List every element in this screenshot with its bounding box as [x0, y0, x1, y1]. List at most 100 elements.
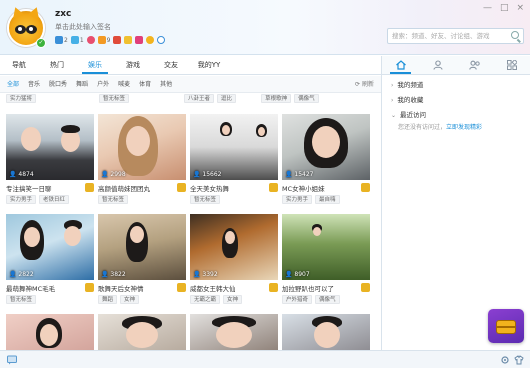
tab-home[interactable]	[382, 56, 419, 74]
status-icons: 2 1 9	[55, 36, 166, 44]
channel-card[interactable]: 👤 3822 歌舞天后女神情 舞蹈 女神	[98, 214, 186, 304]
treasure-chest-button[interactable]	[488, 309, 524, 343]
subtab-talkshow[interactable]: 脱口秀	[49, 76, 67, 92]
tab-games[interactable]: 游戏	[114, 56, 152, 74]
tab-groups[interactable]	[456, 56, 493, 74]
tag[interactable]: 暂无标签	[6, 295, 37, 304]
channel-title[interactable]: 威都女王韩大仙	[190, 283, 278, 293]
level-badge[interactable]: 2	[55, 36, 68, 44]
tag[interactable]: 老铁日红	[39, 195, 70, 204]
vip-badge[interactable]: 1	[70, 36, 84, 44]
noble-badge[interactable]: 9	[97, 36, 110, 44]
maximize-button[interactable]: □	[500, 3, 509, 13]
channel-card[interactable]: 👤 2998 高颜值萌妹团团丸 暂无标签	[98, 114, 186, 204]
tab-entertainment[interactable]: 娱乐	[76, 56, 114, 74]
tag[interactable]: 女神	[120, 295, 140, 304]
channel-title[interactable]: MC女神小姐妹	[282, 183, 370, 193]
channel-thumbnail[interactable]: 👤 2998	[98, 114, 186, 180]
message-icon[interactable]	[7, 355, 17, 365]
my-channels-section[interactable]: › 我的频道	[382, 79, 530, 92]
minimize-button[interactable]: —	[483, 3, 492, 13]
channel-thumbnail[interactable]	[282, 314, 370, 350]
subtab-outdoor[interactable]: 户外	[97, 76, 109, 92]
channel-thumbnail[interactable]	[98, 314, 186, 350]
channel-title[interactable]: 专注搞笑一日聊	[6, 183, 94, 193]
channel-card[interactable]	[190, 314, 278, 350]
channel-card[interactable]	[98, 314, 186, 350]
channel-thumbnail[interactable]	[6, 314, 94, 350]
tag[interactable]: 女神	[223, 295, 243, 304]
channel-thumbnail[interactable]: 👤 3822	[98, 214, 186, 280]
gift-icon[interactable]	[135, 36, 144, 44]
tag[interactable]: 舞蹈	[98, 295, 118, 304]
search-icon[interactable]	[511, 31, 519, 39]
subtab-dance[interactable]: 舞蹈	[76, 76, 88, 92]
tag[interactable]: 暂无标签	[98, 195, 129, 204]
subtab-shout[interactable]: 喊麦	[118, 76, 130, 92]
settings-icon[interactable]	[500, 355, 510, 365]
channel-title[interactable]: 最萌舞神MC毛毛	[6, 283, 94, 293]
channel-card[interactable]: 👤 3392 威都女王韩大仙 无霸之霸 女神	[190, 214, 278, 304]
channel-card[interactable]: 👤 4874 专注搞笑一日聊 实力男手 老铁日红	[6, 114, 94, 204]
tag[interactable]: 户外猎奇	[282, 295, 313, 304]
tag[interactable]: 偶像气	[315, 295, 340, 304]
search-input[interactable]: 搜索：频道、好友、讨论组、游戏	[387, 28, 524, 44]
subtab-other[interactable]: 其他	[160, 76, 172, 92]
channel-thumbnail[interactable]: 👤 2822	[6, 214, 94, 280]
signature-input[interactable]: 单击此处输入签名	[55, 22, 111, 32]
channel-thumbnail[interactable]: 👤 3392	[190, 214, 278, 280]
star-icon[interactable]	[146, 36, 155, 44]
tag[interactable]: 暂无标签	[99, 94, 130, 103]
tag[interactable]: 八卦王者	[184, 94, 215, 103]
channel-title[interactable]: 歌舞天后女神情	[98, 283, 186, 293]
channel-card[interactable]: 👤 8907 加拉野趴也可以了 户外猎奇 偶像气	[282, 214, 370, 304]
subtab-music[interactable]: 音乐	[28, 76, 40, 92]
crown-icon	[177, 183, 186, 192]
channel-thumbnail[interactable]: 👤 15662	[190, 114, 278, 180]
channel-card[interactable]: 👤 15427 MC女神小姐妹 实力男手 最自嗨	[282, 114, 370, 204]
close-button[interactable]: ×	[516, 3, 524, 13]
tag[interactable]: 偶像气	[294, 94, 319, 103]
window-controls: — □ ×	[483, 3, 524, 13]
tag[interactable]: 暂无标签	[190, 195, 221, 204]
channel-thumbnail[interactable]: 👤 4874	[6, 114, 94, 180]
tab-contacts[interactable]	[419, 56, 456, 74]
medal-icon[interactable]	[113, 36, 122, 44]
tag[interactable]: 实力男手	[282, 195, 313, 204]
tag[interactable]: 草根歌神	[261, 94, 292, 103]
discover-link[interactable]: 立即发现精彩	[446, 124, 482, 131]
heart-badge[interactable]	[86, 36, 95, 44]
tab-hot[interactable]: 热门	[38, 56, 76, 74]
my-favorites-section[interactable]: › 我的收藏	[382, 94, 530, 107]
tag[interactable]: 实力男手	[6, 195, 37, 204]
eye-icon[interactable]	[157, 36, 166, 44]
channel-thumbnail[interactable]: 👤 8907	[282, 214, 370, 280]
refresh-label: 刷新	[361, 81, 374, 88]
crown-icon	[85, 183, 94, 192]
tab-my-yy[interactable]: 我的YY	[190, 56, 228, 74]
channel-thumbnail[interactable]	[190, 314, 278, 350]
tab-nav[interactable]: 导航	[0, 56, 38, 74]
tag[interactable]: 无霸之霸	[190, 295, 221, 304]
tag[interactable]: 实力猛将	[6, 94, 37, 103]
tag[interactable]: 最自嗨	[315, 195, 340, 204]
channel-card[interactable]: 👤 15662 全天美女热舞 暂无标签	[190, 114, 278, 204]
subtab-sports[interactable]: 体育	[139, 76, 151, 92]
tab-social[interactable]: 交友	[152, 56, 190, 74]
subtab-all[interactable]: 全部	[7, 76, 19, 92]
online-status-icon[interactable]: ✓	[36, 38, 46, 48]
tag[interactable]: 逗比	[217, 94, 237, 103]
username[interactable]: zxc	[55, 9, 71, 19]
channel-card[interactable]	[282, 314, 370, 350]
channel-title[interactable]: 高颜值萌妹团团丸	[98, 183, 186, 193]
channel-card[interactable]: 👤 2822 最萌舞神MC毛毛 暂无标签	[6, 214, 94, 304]
tab-apps[interactable]	[493, 56, 530, 74]
recent-visits-section[interactable]: ⌄ 最近访问	[382, 109, 530, 122]
channel-card[interactable]	[6, 314, 94, 350]
channel-thumbnail[interactable]: 👤 15427	[282, 114, 370, 180]
skin-icon[interactable]	[514, 355, 524, 365]
refresh-button[interactable]: ⟳ 刷新	[355, 76, 374, 93]
channel-title[interactable]: 加拉野趴也可以了	[282, 283, 370, 293]
channel-title[interactable]: 全天美女热舞	[190, 183, 278, 193]
crown-icon[interactable]	[124, 36, 133, 44]
